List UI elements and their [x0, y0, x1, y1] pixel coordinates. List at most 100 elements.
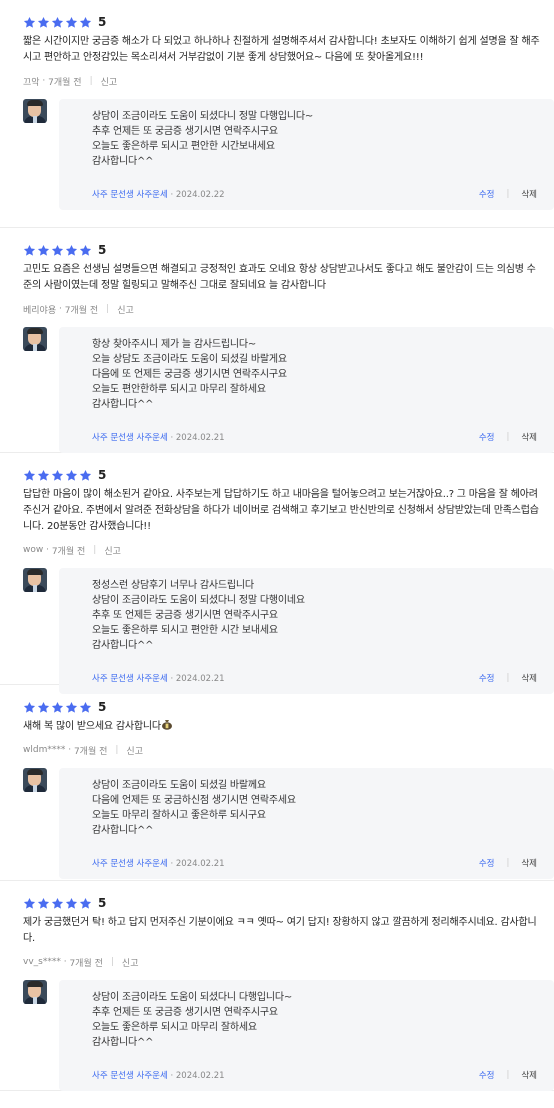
reply-box: 항상 찾아주시니 제가 늘 감사드립니다~ 오늘 상담도 조금이라도 도움이 되… — [59, 327, 554, 453]
edit-button[interactable]: 수정 — [479, 857, 495, 869]
review-time: 7개월 전 — [73, 746, 108, 757]
reply-author: 사주 문선생 사주운세 · 2024.02.21 — [92, 674, 225, 684]
star-icon — [23, 469, 36, 482]
review-author: 베리야용 — [23, 305, 57, 316]
divider: | — [506, 673, 510, 683]
star-icon — [37, 244, 50, 257]
rating-score: 5 — [98, 896, 107, 910]
star-rating — [23, 701, 92, 714]
edit-button[interactable]: 수정 — [479, 672, 495, 684]
reply-date: · 2024.02.21 — [170, 433, 225, 443]
meta-dot: · — [65, 745, 74, 755]
star-icon — [65, 244, 78, 257]
divider: | — [506, 1070, 510, 1080]
reply-date: · 2024.02.22 — [170, 190, 225, 200]
divider: | — [106, 304, 110, 314]
avatar — [23, 327, 47, 351]
star-icon — [23, 16, 36, 29]
money-bag-icon — [161, 719, 173, 730]
star-icon — [51, 469, 64, 482]
review-time: 7개월 전 — [51, 546, 86, 557]
review-text: 짧은 시간이지만 궁금증 해소가 다 되었고 하나하나 친절하게 설명해주셔서 … — [23, 36, 540, 63]
edit-button[interactable]: 수정 — [479, 431, 495, 443]
owner-reply: 정성스런 상담후기 너무나 감사드립니다 상담이 조금이라도 도움이 되셨다니 … — [23, 568, 554, 694]
delete-button[interactable]: 삭제 — [521, 431, 537, 443]
divider: | — [506, 189, 510, 199]
report-button[interactable]: 신고 — [101, 75, 118, 88]
delete-button[interactable]: 삭제 — [521, 857, 537, 869]
reply-meta: 사주 문선생 사주운세 · 2024.02.21 수정 | 삭제 — [92, 431, 544, 443]
rating-row: 5 — [23, 467, 554, 483]
owner-reply: 상담이 조금이라도 도움이 되셨길 바랄께요 다음에 언제든 또 궁금하신점 생… — [23, 768, 554, 879]
report-button[interactable]: 신고 — [104, 544, 121, 557]
delete-button[interactable]: 삭제 — [521, 1069, 537, 1081]
review-item-4: 5 새해 복 많이 받으세요 감사합니다 wldm**** · 7개월 전 | … — [0, 685, 554, 881]
star-icon — [79, 16, 92, 29]
star-icon — [79, 469, 92, 482]
reply-author: 사주 문선생 사주운세 · 2024.02.21 — [92, 1071, 225, 1081]
reply-meta: 사주 문선생 사주운세 · 2024.02.21 수정 | 삭제 — [92, 1069, 544, 1081]
edit-button[interactable]: 수정 — [479, 188, 495, 200]
rating-row: 5 — [23, 242, 554, 258]
reply-actions: 수정 | 삭제 — [479, 857, 537, 869]
review-meta: 베리야용 · 7개월 전 | 신고 — [23, 303, 554, 316]
review-text: 고민도 요즘은 선생님 설명들으면 해결되고 긍정적인 효과도 오네요 항상 상… — [23, 264, 536, 291]
review-item-3: 5 답답한 마음이 많이 해소된거 같아요. 사주보는게 답답하기도 하고 내마… — [0, 453, 554, 694]
delete-button[interactable]: 삭제 — [521, 188, 537, 200]
star-icon — [37, 701, 50, 714]
report-button[interactable]: 신고 — [117, 303, 134, 316]
avatar — [23, 980, 47, 1004]
reply-meta: 사주 문선생 사주운세 · 2024.02.22 수정 | 삭제 — [92, 188, 544, 200]
star-icon — [51, 701, 64, 714]
star-icon — [23, 244, 36, 257]
review-time: 7개월 전 — [48, 77, 82, 88]
review-meta: wldm**** · 7개월 전 | 신고 — [23, 744, 554, 757]
star-rating — [23, 244, 92, 257]
star-icon — [51, 16, 64, 29]
divider: | — [110, 957, 114, 967]
star-icon — [79, 897, 92, 910]
review-author: wldm**** — [23, 745, 66, 755]
reply-author: 사주 문선생 사주운세 · 2024.02.21 — [92, 859, 225, 869]
divider: | — [93, 545, 97, 555]
review-meta: 끄악 · 7개월 전 | 신고 — [23, 75, 554, 88]
star-icon — [23, 897, 36, 910]
reply-actions: 수정 | 삭제 — [479, 431, 537, 443]
report-button[interactable]: 신고 — [122, 956, 139, 969]
owner-reply: 상담이 조금이라도 도움이 되셨다니 정말 다행입니다~ 추후 언제든 또 궁금… — [23, 99, 554, 210]
reply-box: 상담이 조금이라도 도움이 되셨다니 다행입니다~ 추후 언제든 또 궁금증 생… — [59, 980, 554, 1091]
star-icon — [37, 16, 50, 29]
reply-text: 상담이 조금이라도 도움이 되셨다니 다행입니다~ 추후 언제든 또 궁금증 생… — [92, 992, 293, 1048]
rating-row: 5 — [23, 895, 554, 911]
review-item-2: 5 고민도 요즘은 선생님 설명들으면 해결되고 긍정적인 효과도 오네요 항상… — [0, 228, 554, 453]
reply-meta: 사주 문선생 사주운세 · 2024.02.21 수정 | 삭제 — [92, 857, 544, 869]
meta-dot: · — [56, 304, 65, 314]
avatar — [23, 568, 47, 592]
divider: | — [506, 432, 510, 442]
reply-actions: 수정 | 삭제 — [479, 188, 537, 200]
edit-button[interactable]: 수정 — [479, 1069, 495, 1081]
star-rating — [23, 897, 92, 910]
avatar — [23, 99, 47, 123]
review-time: 7개월 전 — [69, 958, 103, 969]
owner-reply: 항상 찾아주시니 제가 늘 감사드립니다~ 오늘 상담도 조금이라도 도움이 되… — [23, 327, 554, 453]
reply-box: 정성스런 상담후기 너무나 감사드립니다 상담이 조금이라도 도움이 되셨다니 … — [59, 568, 554, 694]
reply-text: 항상 찾아주시니 제가 늘 감사드립니다~ 오늘 상담도 조금이라도 도움이 되… — [92, 339, 287, 410]
owner-reply: 상담이 조금이라도 도움이 되셨다니 다행입니다~ 추후 언제든 또 궁금증 생… — [23, 980, 554, 1091]
reply-actions: 수정 | 삭제 — [479, 672, 537, 684]
rating-row: 5 — [23, 14, 554, 30]
star-icon — [23, 701, 36, 714]
star-icon — [65, 897, 78, 910]
delete-button[interactable]: 삭제 — [521, 672, 537, 684]
reply-meta: 사주 문선생 사주운세 · 2024.02.21 수정 | 삭제 — [92, 672, 544, 684]
review-author: 끄악 — [23, 77, 40, 88]
meta-dot: · — [43, 545, 52, 555]
review-item-1: 5 짧은 시간이지만 궁금증 해소가 다 되었고 하나하나 친절하게 설명해주셔… — [0, 0, 554, 228]
rating-score: 5 — [98, 15, 107, 29]
reply-date: · 2024.02.21 — [170, 1071, 225, 1081]
review-author: wow — [23, 545, 44, 555]
review-meta: vv_s**** · 7개월 전 | 신고 — [23, 956, 554, 969]
star-icon — [37, 469, 50, 482]
report-button[interactable]: 신고 — [126, 744, 143, 757]
star-icon — [37, 897, 50, 910]
